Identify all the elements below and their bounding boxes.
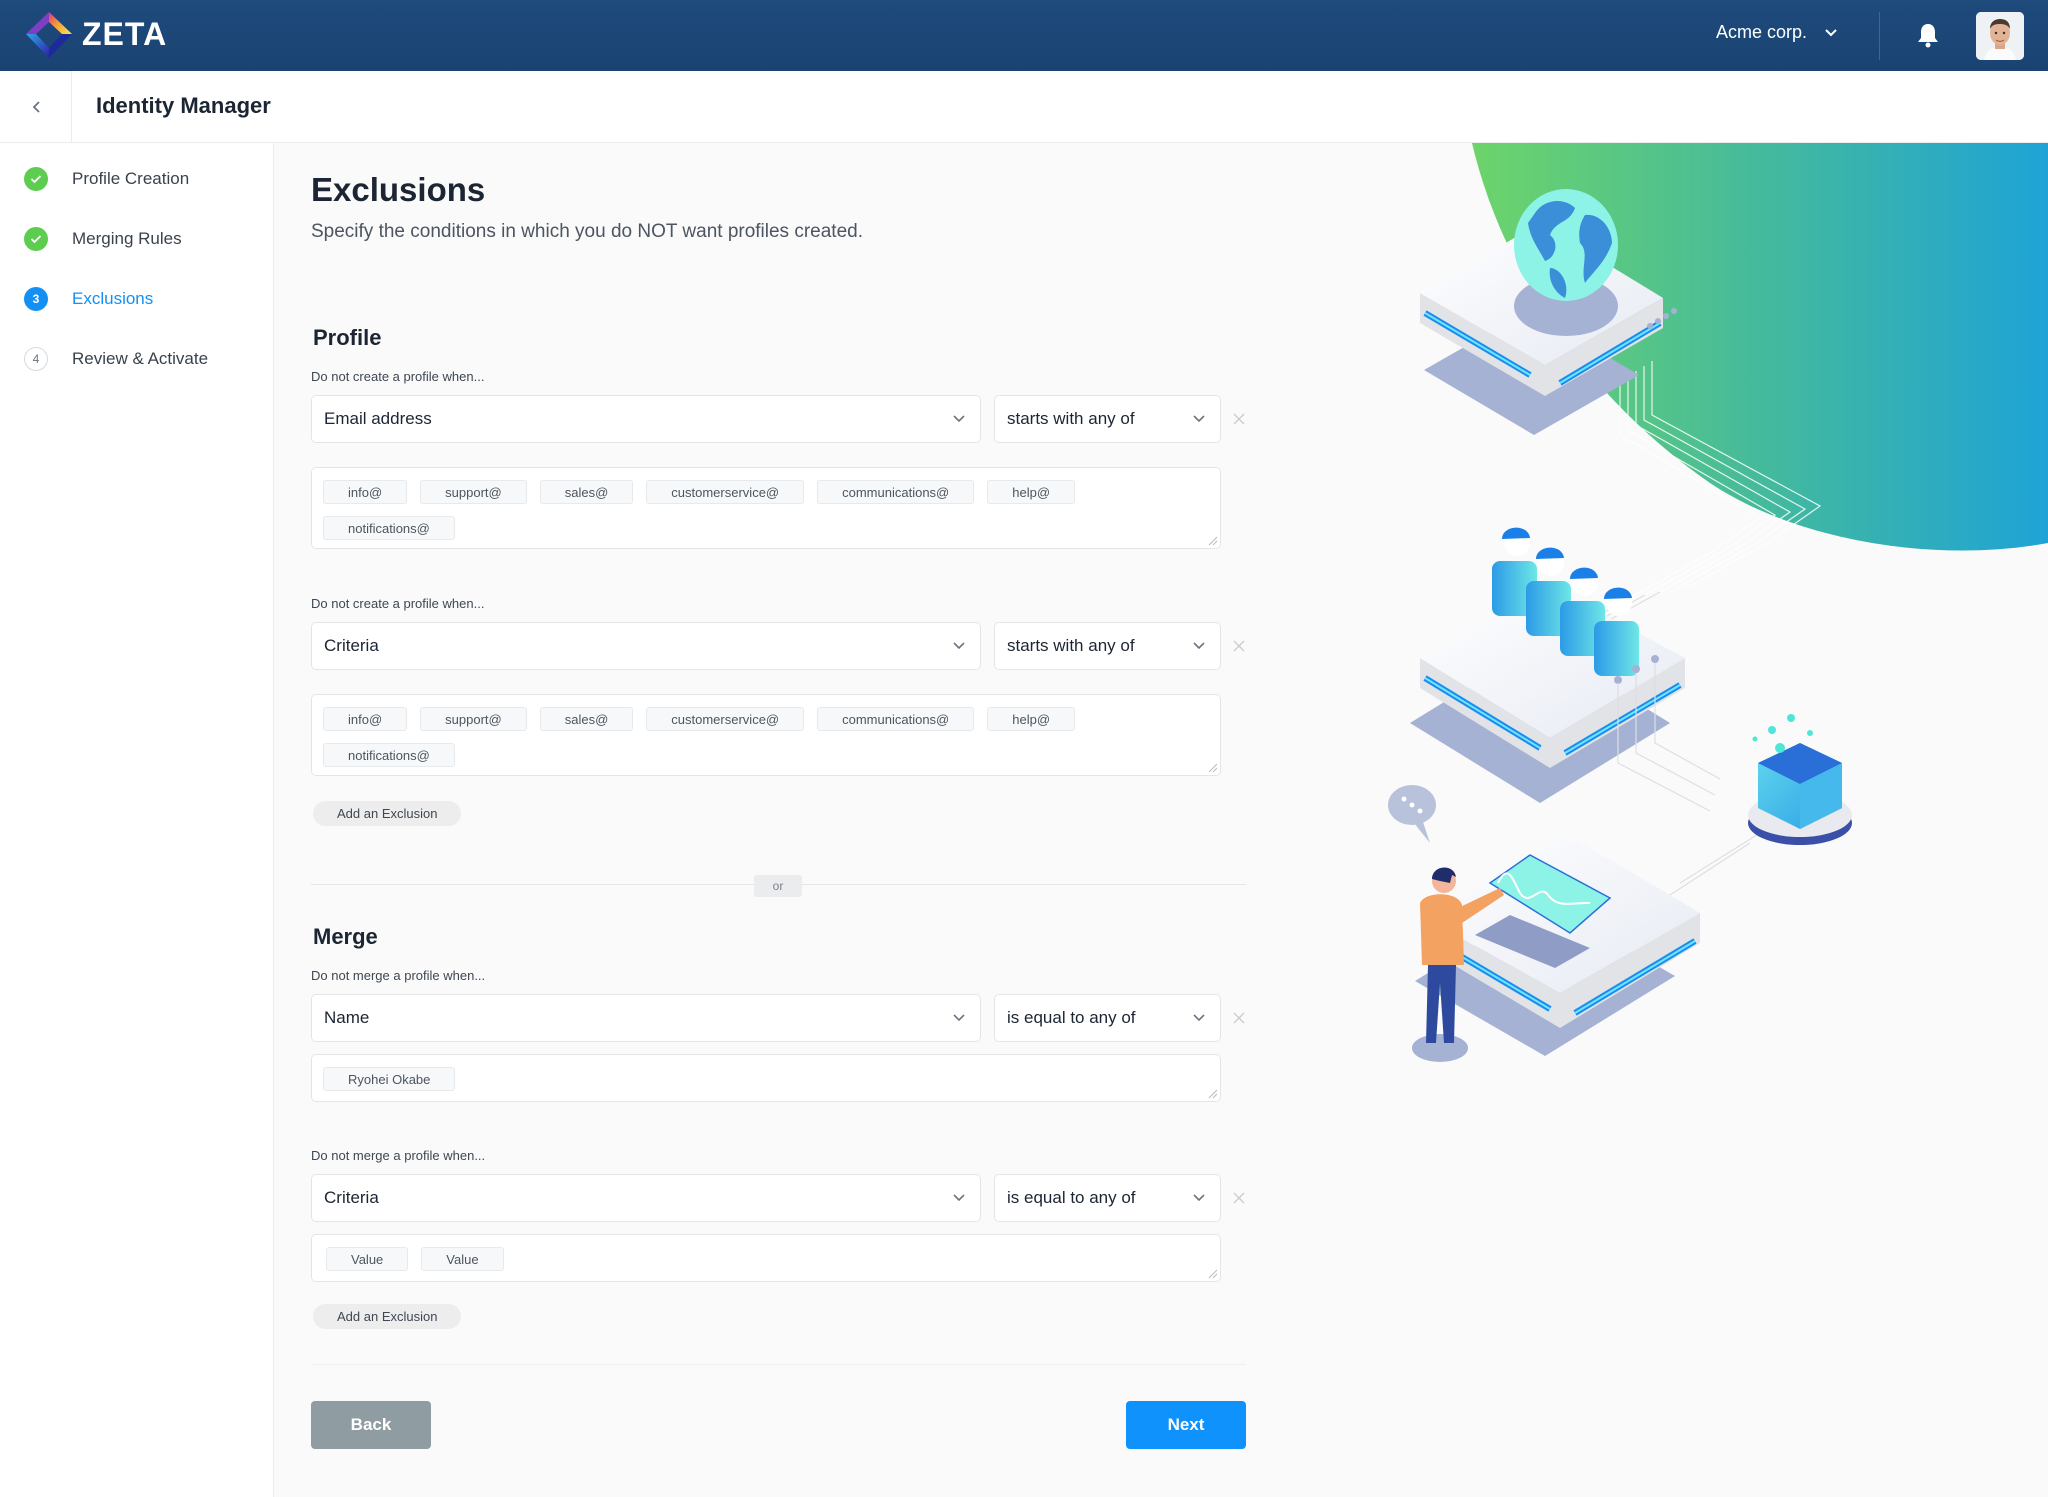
chevron-down-icon [1825,28,1837,36]
field-select[interactable]: Criteria [311,1174,981,1222]
organization-switcher[interactable]: Acme corp. [1716,22,1839,43]
field-select-value: Criteria [324,636,379,655]
value-tag[interactable]: Value [421,1247,504,1271]
operator-select-value: starts with any of [1007,636,1135,655]
value-tag[interactable]: support@ [420,707,527,731]
value-tag[interactable]: communications@ [817,480,975,504]
chevron-down-icon [953,1194,965,1202]
step-label: Profile Creation [72,169,190,188]
field-select[interactable]: Email address [311,395,981,443]
chevron-down-icon [953,1014,965,1022]
field-select-value: Name [324,1008,370,1027]
operator-select[interactable]: starts with any of [994,395,1221,443]
zeta-logo-icon[interactable] [24,10,74,60]
people-server [1410,527,1685,803]
organization-name: Acme corp. [1716,22,1808,42]
chevron-down-icon [1193,1194,1205,1202]
chevron-down-icon [953,415,965,423]
data-cube-icon [1748,714,1852,845]
merge-section-heading: Merge [313,924,378,949]
value-tag[interactable]: info@ [323,480,408,504]
value-tag[interactable]: communications@ [817,707,975,731]
resize-handle-icon[interactable] [1206,534,1218,546]
back-navigation-button[interactable] [0,71,72,143]
wizard-steps-sidebar: Profile Creation Merging Rules 3 Exclusi… [0,143,274,1497]
step-label: Review & Activate [72,349,209,368]
field-select-value: Email address [324,409,432,428]
chevron-down-icon [1193,415,1205,423]
chevron-down-icon [953,642,965,650]
isometric-data-illustration [1388,143,2048,1062]
value-tag[interactable]: Ryohei Okabe [323,1067,456,1091]
value-tag[interactable]: help@ [987,480,1076,504]
app-title: Identity Manager [96,93,271,118]
value-tag[interactable]: notifications@ [323,516,455,540]
speech-bubble-icon [1388,785,1436,843]
values-tag-input[interactable]: info@ support@ sales@ customerservice@ commu… [311,467,1221,549]
topbar-divider [1879,12,1880,60]
operator-select-value: is equal to any of [1007,1188,1136,1207]
values-tag-input[interactable]: info@ support@ sales@ customerservice@ commu… [311,694,1221,776]
value-tag[interactable]: customerservice@ [646,480,805,504]
or-separator-label: or [754,875,802,897]
resize-handle-icon[interactable] [1206,1087,1218,1099]
resize-handle-icon[interactable] [1206,761,1218,773]
step-number-badge: 3 [24,287,48,311]
next-button[interactable]: Next [1126,1401,1246,1449]
operator-select-value: starts with any of [1007,409,1135,428]
remove-rule-close-icon[interactable] [1231,638,1247,654]
field-select-value: Criteria [324,1188,379,1207]
operator-select[interactable]: starts with any of [994,622,1221,670]
operator-select[interactable]: is equal to any of [994,1174,1221,1222]
value-tag[interactable]: help@ [987,707,1076,731]
step-profile-creation[interactable]: Profile Creation [24,165,189,193]
value-tag[interactable]: Value [326,1247,409,1271]
operator-select[interactable]: is equal to any of [994,994,1221,1042]
check-icon [24,227,48,251]
field-select[interactable]: Criteria [311,622,981,670]
rule-label: Do not create a profile when... [311,596,485,611]
step-merging-rules[interactable]: Merging Rules [24,225,182,253]
analyst-server [1388,785,1700,1062]
resize-handle-icon[interactable] [1206,1267,1218,1279]
remove-rule-close-icon[interactable] [1231,411,1247,427]
back-button[interactable]: Back [311,1401,431,1449]
profile-section-heading: Profile [313,325,382,350]
rule-label: Do not create a profile when... [311,369,485,384]
step-number-badge: 4 [24,347,48,371]
value-tag[interactable]: sales@ [539,480,634,504]
value-tag[interactable]: customerservice@ [646,707,805,731]
page-subtitle: Specify the conditions in which you do N… [311,221,863,242]
values-tag-input[interactable]: Value Value [311,1234,1221,1282]
step-label: Exclusions [72,289,154,308]
field-select[interactable]: Name [311,994,981,1042]
page-header: Identity Manager [0,71,2048,143]
user-avatar[interactable] [1976,12,2024,60]
bell-icon[interactable] [1916,22,1940,48]
rule-label: Do not merge a profile when... [311,968,486,983]
chevron-left-icon [32,101,40,113]
chevron-down-icon [1193,642,1205,650]
page-title: Exclusions [311,171,486,208]
step-review-activate[interactable]: 4 Review & Activate [24,345,208,373]
chevron-down-icon [1193,1014,1205,1022]
value-tag[interactable]: sales@ [539,707,634,731]
value-tag[interactable]: info@ [323,707,408,731]
value-tag[interactable]: notifications@ [323,743,455,767]
add-exclusion-button[interactable]: Add an Exclusion [313,801,462,826]
add-exclusion-button[interactable]: Add an Exclusion [313,1304,462,1329]
values-tag-input[interactable]: Ryohei Okabe [311,1054,1221,1102]
operator-select-value: is equal to any of [1007,1008,1136,1027]
step-label: Merging Rules [72,229,182,248]
rule-label: Do not merge a profile when... [311,1148,486,1163]
remove-rule-close-icon[interactable] [1231,1190,1247,1206]
value-tag[interactable]: support@ [420,480,527,504]
remove-rule-close-icon[interactable] [1231,1010,1247,1026]
step-exclusions[interactable]: 3 Exclusions [24,285,153,313]
top-navigation-bar: ZETA Acme corp. [0,0,2048,71]
brand-name: ZETA [82,16,168,52]
footer-divider [311,1364,1246,1365]
check-icon [24,167,48,191]
avatar-photo-icon [1976,12,2024,60]
